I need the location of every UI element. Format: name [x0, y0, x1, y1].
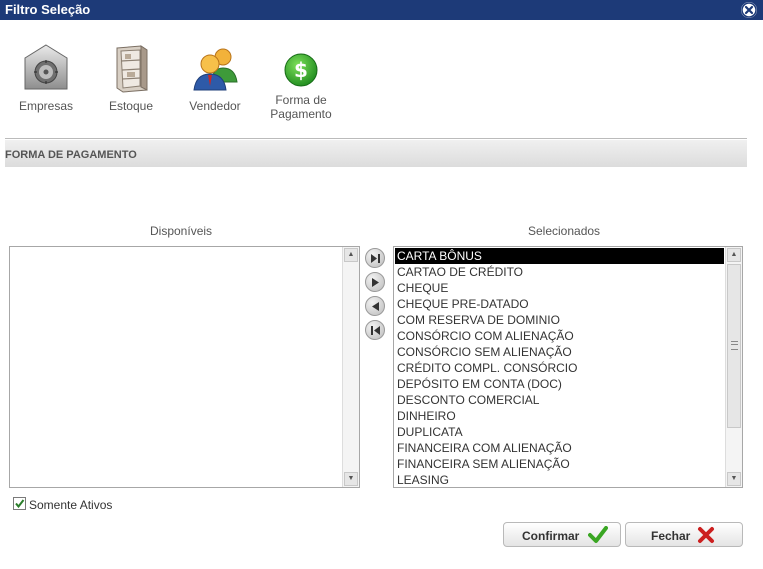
close-button[interactable]: Fechar [625, 522, 743, 547]
safe-icon [24, 44, 68, 90]
section-title: FORMA DE PAGAMENTO [5, 149, 137, 161]
list-item[interactable]: CHEQUE [395, 280, 724, 296]
selected-header: Selecionados [528, 224, 601, 238]
list-item[interactable]: DESCONTO COMERCIAL [395, 392, 724, 408]
list-item[interactable]: COM RESERVA DE DOMINIO [395, 312, 724, 328]
toolbar-forma-line1: Forma de [275, 93, 327, 107]
shelf-icon [116, 45, 148, 93]
selected-list[interactable]: CARTA BÔNUS CARTAO DE CRÉDITO CHEQUE CHE… [393, 246, 743, 488]
svg-text:$: $ [294, 58, 308, 82]
confirm-button[interactable]: Confirmar [503, 522, 621, 547]
toolbar-vendedor-label: Vendedor [189, 99, 241, 113]
move-all-right-button[interactable] [365, 248, 385, 268]
dollar-icon: $ [284, 53, 318, 87]
toolbar-divider [5, 138, 747, 139]
selected-scrollbar[interactable]: ▲ ▼ [725, 247, 742, 487]
list-item[interactable]: LEASING [395, 472, 724, 488]
users-icon [193, 48, 238, 91]
available-scrollbar[interactable]: ▲ ▼ [342, 247, 359, 487]
available-header: Disponíveis [150, 224, 213, 238]
checkmark-icon [15, 499, 25, 509]
move-all-left-button[interactable] [365, 320, 385, 340]
close-window-button[interactable] [741, 2, 757, 18]
section-header: FORMA DE PAGAMENTO [5, 140, 747, 167]
move-right-icon [372, 278, 379, 287]
list-item[interactable]: FINANCEIRA SEM ALIENAÇÃO [395, 456, 724, 472]
x-icon [698, 527, 714, 543]
title-bar: Filtro Seleção [0, 0, 763, 20]
toolbar-empresas-label: Empresas [18, 99, 74, 113]
toolbar-forma-line2: Pagamento [270, 107, 332, 121]
window-title: Filtro Seleção [5, 2, 91, 17]
scroll-down-button[interactable]: ▼ [344, 472, 358, 486]
check-icon [588, 526, 608, 543]
move-all-left-icon [371, 326, 380, 335]
list-item[interactable]: FINANCEIRA COM ALIENAÇÃO [395, 440, 724, 456]
scroll-up-button[interactable]: ▲ [727, 248, 741, 262]
move-right-button[interactable] [365, 272, 385, 292]
list-item[interactable]: CONSÓRCIO SEM ALIENAÇÃO [395, 344, 724, 360]
scroll-up-button[interactable]: ▲ [344, 248, 358, 262]
list-item[interactable]: DUPLICATA [395, 424, 724, 440]
move-all-right-icon [371, 254, 380, 263]
list-item[interactable]: DEPÓSITO EM CONTA (DOC) [395, 376, 724, 392]
list-item-selected[interactable]: CARTA BÔNUS [395, 248, 724, 264]
list-item[interactable]: CRÉDITO COMPL. CONSÓRCIO [395, 360, 724, 376]
confirm-label: Confirmar [522, 529, 580, 543]
move-left-icon [372, 302, 379, 311]
list-item[interactable]: CHEQUE PRE-DATADO [395, 296, 724, 312]
toolbar-forma-de-pagamento-label: Forma de Pagamento [261, 93, 341, 121]
list-item[interactable]: CARTAO DE CRÉDITO [395, 264, 724, 280]
available-list[interactable]: ▲ ▼ [9, 246, 360, 488]
somente-ativos-label: Somente Ativos [29, 498, 113, 512]
close-label: Fechar [651, 529, 691, 543]
scroll-down-button[interactable]: ▼ [727, 472, 741, 486]
selected-items: CARTA BÔNUS CARTAO DE CRÉDITO CHEQUE CHE… [395, 248, 724, 488]
list-item[interactable]: DINHEIRO [395, 408, 724, 424]
list-item[interactable]: CONSÓRCIO COM ALIENAÇÃO [395, 328, 724, 344]
somente-ativos-checkbox[interactable] [13, 497, 26, 510]
move-left-button[interactable] [365, 296, 385, 316]
close-icon [741, 2, 757, 18]
toolbar-estoque-label: Estoque [108, 99, 154, 113]
scroll-thumb[interactable] [727, 264, 741, 428]
